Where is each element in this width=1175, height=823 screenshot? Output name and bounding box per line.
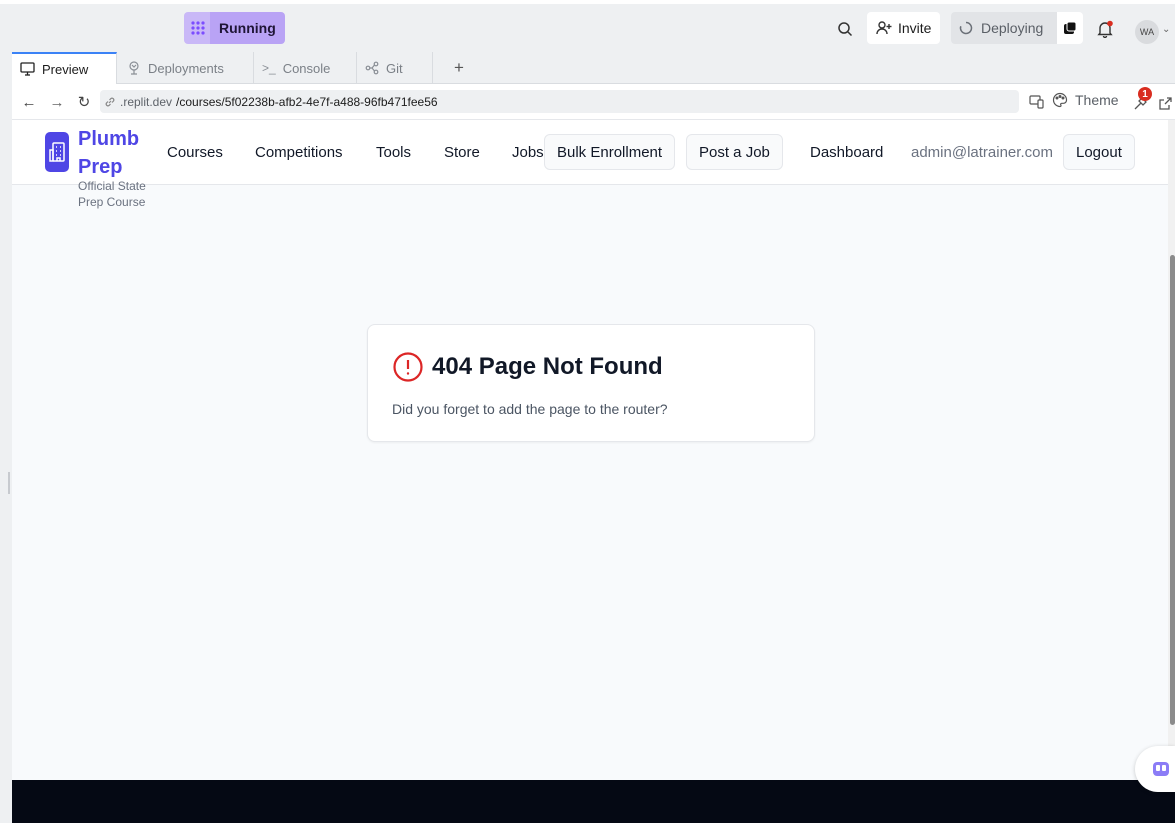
monitor-icon: [20, 62, 35, 76]
resize-handle[interactable]: [8, 472, 10, 494]
brand-name[interactable]: Plumb Prep: [78, 125, 150, 181]
nav-link-store[interactable]: Store: [444, 144, 480, 161]
tab-deployments[interactable]: Deployments: [117, 52, 254, 84]
tab-git[interactable]: Git: [357, 52, 433, 84]
tab-label: Console: [282, 60, 331, 76]
error-title: 404 Page Not Found: [432, 353, 663, 380]
spinner-icon: [959, 21, 973, 35]
nav-link-courses[interactable]: Courses: [167, 144, 223, 161]
brand-tagline: Official State Prep Course: [78, 179, 146, 209]
url-field[interactable]: .replit.dev/courses/5f02238b-afb2-4e7f-a…: [100, 90, 1019, 113]
theme-button[interactable]: Theme: [1052, 92, 1119, 108]
notification-badge: 1: [1138, 87, 1152, 101]
preview-address-bar: ← → ↻ .replit.dev/courses/5f02238b-afb2-…: [12, 84, 1175, 120]
tab-label: Preview: [42, 61, 89, 77]
preview-viewport: Plumb Prep Courses Competitions Tools St…: [12, 120, 1175, 823]
alert-circle-icon: [393, 352, 423, 382]
deploy-status-icon[interactable]: [1057, 12, 1083, 44]
back-arrow-icon[interactable]: ←: [20, 93, 38, 111]
run-button[interactable]: Running: [210, 12, 285, 44]
nav-link-tools[interactable]: Tools: [376, 144, 411, 161]
pane-tabs: Preview Deployments >_ Console Git + ⋮: [12, 52, 1175, 84]
site-footer: [12, 780, 1175, 823]
notifications-bell-icon[interactable]: [1092, 16, 1118, 42]
not-found-card: 404 Page Not Found Did you forget to add…: [367, 324, 815, 442]
run-grid-icon[interactable]: [184, 12, 212, 44]
deploy-icon: [129, 61, 139, 75]
link-icon: [105, 97, 115, 106]
nav-link-jobs[interactable]: Jobs: [512, 144, 544, 161]
search-icon[interactable]: [832, 16, 858, 42]
deploy-label: Deploying: [981, 20, 1044, 36]
left-panel-strip: [0, 52, 12, 823]
devices-icon[interactable]: [1028, 93, 1046, 111]
url-path: /courses/5f02238b-afb2-4e7f-a488-96fb471…: [176, 94, 438, 109]
site-navbar: Plumb Prep Courses Competitions Tools St…: [12, 120, 1168, 185]
reload-icon[interactable]: ↻: [75, 93, 93, 111]
error-message: Did you forget to add the page to the ro…: [392, 401, 668, 417]
assistant-launcher-icon[interactable]: [1135, 746, 1175, 792]
chevron-down-icon[interactable]: ⌄: [1162, 24, 1170, 35]
add-tab-icon[interactable]: +: [454, 58, 464, 78]
nav-link-dashboard[interactable]: Dashboard: [810, 144, 883, 161]
building-logo-icon[interactable]: [45, 132, 69, 172]
invite-button[interactable]: Invite: [867, 12, 941, 44]
deploy-button[interactable]: Deploying: [951, 12, 1057, 44]
user-email: admin@latrainer.com: [911, 144, 1053, 161]
url-host: .replit.dev: [120, 94, 173, 109]
nav-link-competitions[interactable]: Competitions: [255, 144, 343, 161]
forward-arrow-icon[interactable]: →: [48, 93, 66, 111]
invite-label: Invite: [898, 20, 932, 36]
scrollbar-thumb[interactable]: [1170, 255, 1175, 725]
terminal-icon: >_: [262, 61, 276, 75]
bulk-enrollment-button[interactable]: Bulk Enrollment: [544, 134, 676, 170]
theme-label: Theme: [1075, 92, 1119, 108]
tab-preview[interactable]: Preview: [12, 52, 117, 84]
palette-icon: [1052, 92, 1068, 108]
user-avatar[interactable]: WA: [1135, 20, 1159, 44]
git-icon: [365, 61, 379, 75]
workspace-topbar: Running Invite Deploying WA ⌄: [0, 0, 1175, 52]
post-job-button[interactable]: Post a Job: [686, 134, 783, 170]
tab-label: Git: [386, 60, 403, 76]
tab-console[interactable]: >_ Console: [254, 52, 357, 84]
open-external-icon[interactable]: [1156, 94, 1174, 112]
add-user-icon: [876, 21, 892, 35]
logout-button[interactable]: Logout: [1063, 134, 1135, 170]
tab-label: Deployments: [148, 60, 224, 76]
